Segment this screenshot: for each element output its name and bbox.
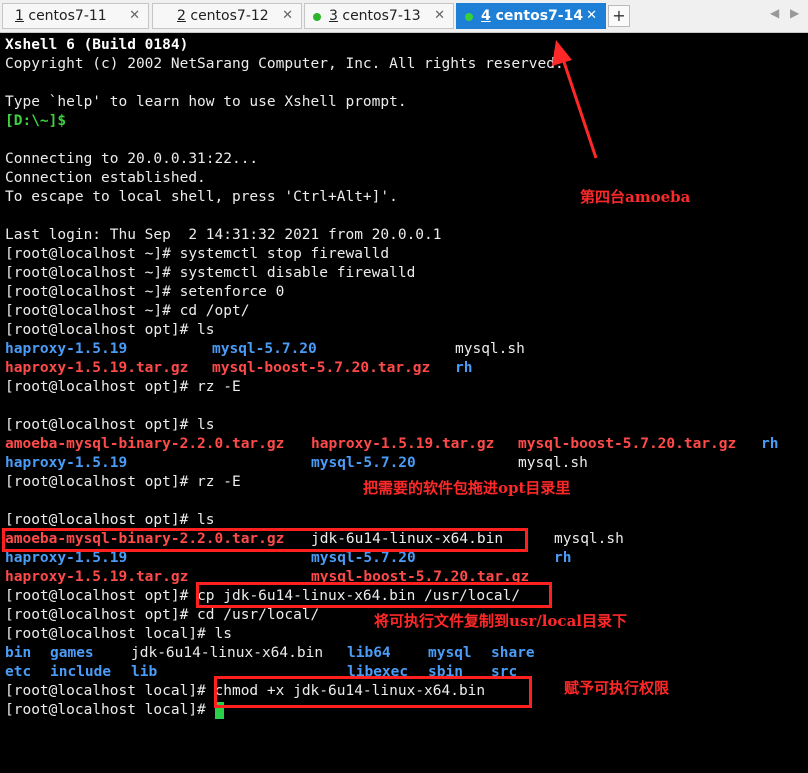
annotation-fourth-amoeba: 第四台amoeba (580, 188, 691, 206)
annotation-arrow-icon (552, 40, 598, 159)
annotation-grant-permission: 赋予可执行权限 (564, 679, 670, 697)
annotation-drag-packages: 把需要的软件包拖进opt目录里 (363, 479, 571, 497)
annotation-copy-executable: 将可执行文件复制到usr/local目录下 (374, 612, 627, 630)
